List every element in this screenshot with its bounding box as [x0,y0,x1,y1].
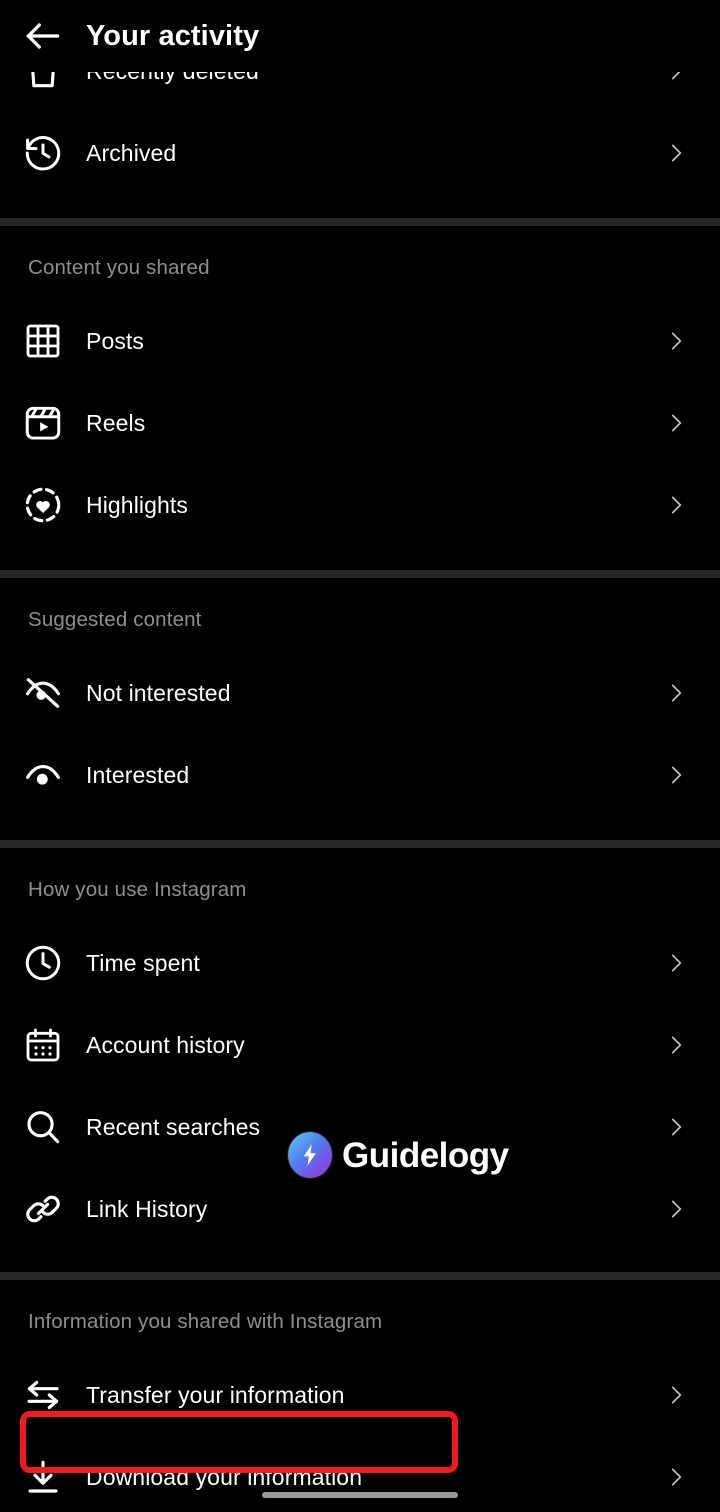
watermark-text: Guidelogy [342,1135,509,1175]
section-content-you-shared: Content you shared Posts Reels Highlight… [0,226,720,570]
chevron-right-icon [656,1464,696,1490]
eye-slash-icon [0,672,86,714]
row-not-interested[interactable]: Not interested [0,652,720,734]
chevron-right-icon [656,950,696,976]
section-divider [0,840,720,848]
section-divider [0,570,720,578]
row-label: Archived [86,139,177,166]
instagram-your-activity-screen: Recently deleted Archived [0,0,720,1512]
highlights-heart-icon [0,484,86,526]
section-title: Information you shared with Instagram [28,1310,383,1333]
section-how-you-use-instagram: How you use Instagram Time spent Account… [0,848,720,1272]
chevron-right-icon [656,492,696,518]
row-label: Not interested [86,679,231,706]
row-label: Posts [86,327,145,354]
row-highlights[interactable]: Highlights [0,464,720,546]
row-label: Highlights [86,491,188,518]
row-recently-deleted[interactable]: Recently deleted [0,72,720,112]
row-label: Time spent [86,949,200,976]
search-icon [0,1106,86,1148]
row-link-history[interactable]: Link History [0,1168,720,1250]
reels-icon [0,402,86,444]
row-archived[interactable]: Archived [0,112,720,194]
section-suggested-content: Suggested content Not interested Interes… [0,578,720,840]
section-title: Suggested content [28,608,202,631]
page-title: Your activity [86,19,260,52]
chevron-right-icon [656,410,696,436]
page-header: Your activity [0,0,720,72]
row-transfer-your-information[interactable]: Transfer your information [0,1354,720,1436]
home-indicator [262,1492,458,1498]
section-title: Content you shared [28,256,210,279]
chevron-right-icon [656,1196,696,1222]
calendar-icon [0,1025,86,1065]
row-label: Transfer your information [86,1381,345,1408]
row-posts[interactable]: Posts [0,300,720,382]
row-label: Recently deleted [86,72,656,85]
chevron-right-icon [656,762,696,788]
row-label: Link History [86,1195,208,1222]
guidelogy-watermark: Guidelogy [288,1132,509,1178]
transfer-arrows-icon [0,1374,86,1416]
download-icon [0,1456,86,1498]
lightning-bolt-icon [288,1132,332,1178]
chevron-right-icon [656,328,696,354]
clock-icon [0,942,86,984]
clipped-row-wrapper: Recently deleted [0,72,720,112]
chevron-right-icon [656,1114,696,1140]
chevron-right-icon [656,140,696,166]
grid-icon [0,321,86,361]
row-reels[interactable]: Reels [0,382,720,464]
history-clock-icon [0,132,86,174]
row-label: Download your information [86,1463,363,1490]
chevron-right-icon [656,72,696,84]
section-divider [0,1272,720,1280]
eye-icon [0,754,86,796]
link-icon [0,1188,86,1230]
row-interested[interactable]: Interested [0,734,720,816]
chevron-right-icon [656,1032,696,1058]
back-button[interactable] [0,0,86,72]
row-download-your-information[interactable]: Download your information [0,1436,720,1512]
section-divider [0,218,720,226]
section-title: How you use Instagram [28,878,247,901]
chevron-right-icon [656,680,696,706]
row-label: Reels [86,409,146,436]
chevron-right-icon [656,1382,696,1408]
settings-scroll-container[interactable]: Recently deleted Archived [0,0,720,1512]
trash-icon [0,72,86,93]
row-label: Account history [86,1031,245,1058]
row-time-spent[interactable]: Time spent [0,922,720,1004]
row-account-history[interactable]: Account history [0,1004,720,1086]
section-information-you-shared: Information you shared with Instagram Tr… [0,1280,720,1512]
row-label: Interested [86,761,190,788]
